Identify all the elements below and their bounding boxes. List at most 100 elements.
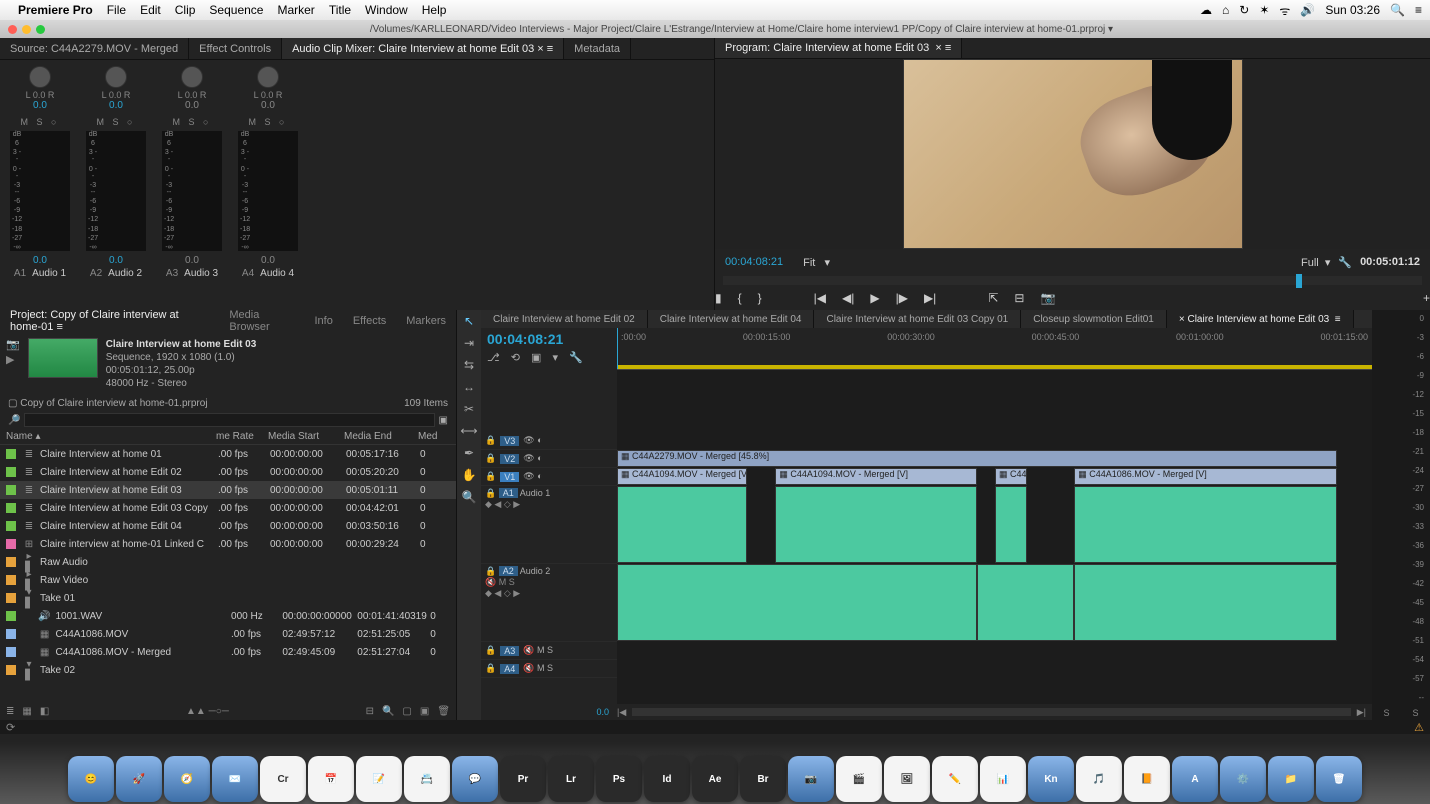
project-panel-tab[interactable]: Info (304, 315, 342, 327)
settings-icon[interactable]: 🔧 (569, 352, 587, 364)
project-item[interactable]: ≣ Claire Interview at home Edit 02 .00 f… (0, 463, 456, 481)
status-icon[interactable]: ⌂ (1222, 3, 1229, 17)
dock-app-icon[interactable]: 📝 (356, 756, 402, 802)
freeform-view-icon[interactable]: ◧ (40, 706, 49, 717)
track-header[interactable]: 🔒A4🔇 M S (481, 660, 617, 678)
zoom-slider[interactable]: ▲▲ ─○─ (186, 706, 229, 717)
add-button-icon[interactable]: + (1423, 291, 1430, 305)
column-header[interactable]: me Rate (216, 431, 268, 442)
project-item-list[interactable]: ≣ Claire Interview at home 01 .00 fps 00… (0, 445, 456, 702)
zoom-tool-icon[interactable]: 🔍 (462, 490, 477, 504)
spotlight-icon[interactable]: 🔍 (1390, 3, 1405, 17)
label-chip[interactable] (6, 611, 16, 621)
dock-app-icon[interactable]: 🎬 (836, 756, 882, 802)
column-header[interactable]: Media Start (268, 431, 344, 442)
play-icon[interactable]: ▶ (870, 291, 879, 305)
menu-file[interactable]: File (107, 3, 126, 17)
project-search-input[interactable] (24, 413, 434, 427)
dock-app-icon[interactable]: Br (740, 756, 786, 802)
menu-edit[interactable]: Edit (140, 3, 161, 17)
program-zoom-fit[interactable]: Fit ▾ (803, 256, 830, 269)
project-panel-tab[interactable]: Markers (396, 315, 456, 327)
pan-knob[interactable] (105, 66, 127, 88)
hand-tool-icon[interactable]: ✋ (462, 468, 477, 482)
bracket-out-icon[interactable]: } (758, 291, 762, 305)
step-back-icon[interactable]: ◀| (842, 291, 854, 305)
timeline-clip[interactable] (617, 486, 747, 563)
project-item[interactable]: ≣ Claire Interview at home Edit 03 .00 f… (0, 481, 456, 499)
menu-window[interactable]: Window (365, 3, 408, 17)
record-button[interactable]: ○ (279, 117, 287, 127)
bracket-in-icon[interactable]: { (738, 291, 742, 305)
project-item[interactable]: 🔊 1001.WAV 000 Hz 00:00:00:00000 00:01:4… (0, 607, 456, 625)
wrench-icon[interactable]: 🔧 (1338, 256, 1352, 269)
timeline-timecode[interactable]: 00:04:08:21 (487, 331, 611, 347)
dock-app-icon[interactable]: 📁 (1268, 756, 1314, 802)
project-item[interactable]: ▦ C44A1086.MOV - Merged .00 fps 02:49:45… (0, 643, 456, 661)
project-item[interactable]: ⊞ Claire interview at home-01 Linked C .… (0, 535, 456, 553)
mute-button[interactable]: M (173, 117, 184, 127)
dock-app-icon[interactable]: Lr (548, 756, 594, 802)
menu-marker[interactable]: Marker (277, 3, 314, 17)
track-header[interactable]: 🔒V2👁 ◐ (481, 450, 617, 468)
timeline-clip[interactable]: ▦ C44A (995, 468, 1027, 485)
wifi-icon[interactable]: ✶ (1259, 3, 1269, 17)
status-icon[interactable]: ☁ (1200, 3, 1212, 17)
new-item-icon[interactable]: ▣ (420, 706, 429, 717)
timeline-clip[interactable]: ▦ C44A2279.MOV - Merged [45.8%] (617, 450, 1337, 467)
timeline-scrollbar[interactable] (632, 708, 1350, 716)
automate-icon[interactable]: ⊟ (366, 706, 374, 717)
find-icon[interactable]: 🔍 (382, 706, 394, 717)
solo-indicator[interactable]: S (1412, 708, 1418, 718)
record-button[interactable]: ○ (127, 117, 135, 127)
dock-app-icon[interactable]: 📊 (980, 756, 1026, 802)
razor-tool-icon[interactable]: ✂ (464, 402, 474, 416)
source-tab[interactable]: Effect Controls (189, 38, 282, 59)
dock-app-icon[interactable]: 🧭 (164, 756, 210, 802)
pen-tool-icon[interactable]: ✒ (464, 446, 474, 460)
track-header[interactable]: 🔒 A1 Audio 1◆ ◀ ◇ ▶ (481, 486, 617, 564)
label-chip[interactable] (6, 647, 16, 657)
sequence-tab[interactable]: Claire Interview at home Edit 03 Copy 01 (814, 310, 1021, 328)
dock-app-icon[interactable]: 🗑 (1316, 756, 1362, 802)
project-item[interactable]: ≣ Claire Interview at home 01 .00 fps 00… (0, 445, 456, 463)
column-header[interactable]: Media End (344, 431, 418, 442)
pan-knob[interactable] (257, 66, 279, 88)
selection-tool-icon[interactable]: ↖ (464, 314, 474, 328)
dock-app-icon[interactable]: Pr (500, 756, 546, 802)
dock-app-icon[interactable]: ✏️ (932, 756, 978, 802)
timeline-clip[interactable]: ▦ C44A1094.MOV - Merged [V (617, 468, 747, 485)
dock-app-icon[interactable]: A (1172, 756, 1218, 802)
close-icon[interactable]: × (935, 42, 941, 54)
column-header[interactable]: Name ▴ (6, 431, 216, 442)
track-header[interactable]: 🔒A3🔇 M S (481, 642, 617, 660)
dock-app-icon[interactable]: 📇 (404, 756, 450, 802)
label-chip[interactable] (6, 665, 16, 675)
play-icon[interactable]: ▶ (6, 353, 20, 366)
program-playhead[interactable] (1296, 274, 1302, 288)
marker-icon[interactable]: ▾ (553, 352, 563, 364)
channel-level[interactable]: 0.0 (156, 100, 228, 111)
program-monitor[interactable] (715, 59, 1430, 249)
source-tab[interactable]: Source: C44A2279.MOV - Merged (0, 38, 189, 59)
timeline-clip[interactable] (995, 486, 1027, 563)
project-item[interactable]: ▾ ▋ Take 02 (0, 661, 456, 679)
label-chip[interactable] (6, 467, 16, 477)
notifications-icon[interactable]: ≡ (1415, 3, 1422, 17)
rate-stretch-tool-icon[interactable]: ↔ (463, 380, 475, 394)
solo-indicator[interactable]: S (1383, 708, 1389, 718)
solo-button[interactable]: S (37, 117, 46, 127)
label-chip[interactable] (6, 485, 16, 495)
record-button[interactable]: ○ (203, 117, 211, 127)
timeline-clip[interactable] (1074, 564, 1337, 641)
wifi-icon[interactable]: ᯤ (1279, 2, 1290, 19)
timeline-clip[interactable] (1074, 486, 1337, 563)
dock-app-icon[interactable]: ✉️ (212, 756, 258, 802)
timeline-clip[interactable]: ▦ C44A1094.MOV - Merged [V] (775, 468, 977, 485)
label-chip[interactable] (6, 503, 16, 513)
dock-app-icon[interactable]: Ae (692, 756, 738, 802)
label-chip[interactable] (6, 521, 16, 531)
mute-button[interactable]: M (21, 117, 32, 127)
dock-app-icon[interactable]: Kn (1028, 756, 1074, 802)
track-header[interactable]: 🔒 A2 Audio 2🔇 M S◆ ◀ ◇ ▶ (481, 564, 617, 642)
